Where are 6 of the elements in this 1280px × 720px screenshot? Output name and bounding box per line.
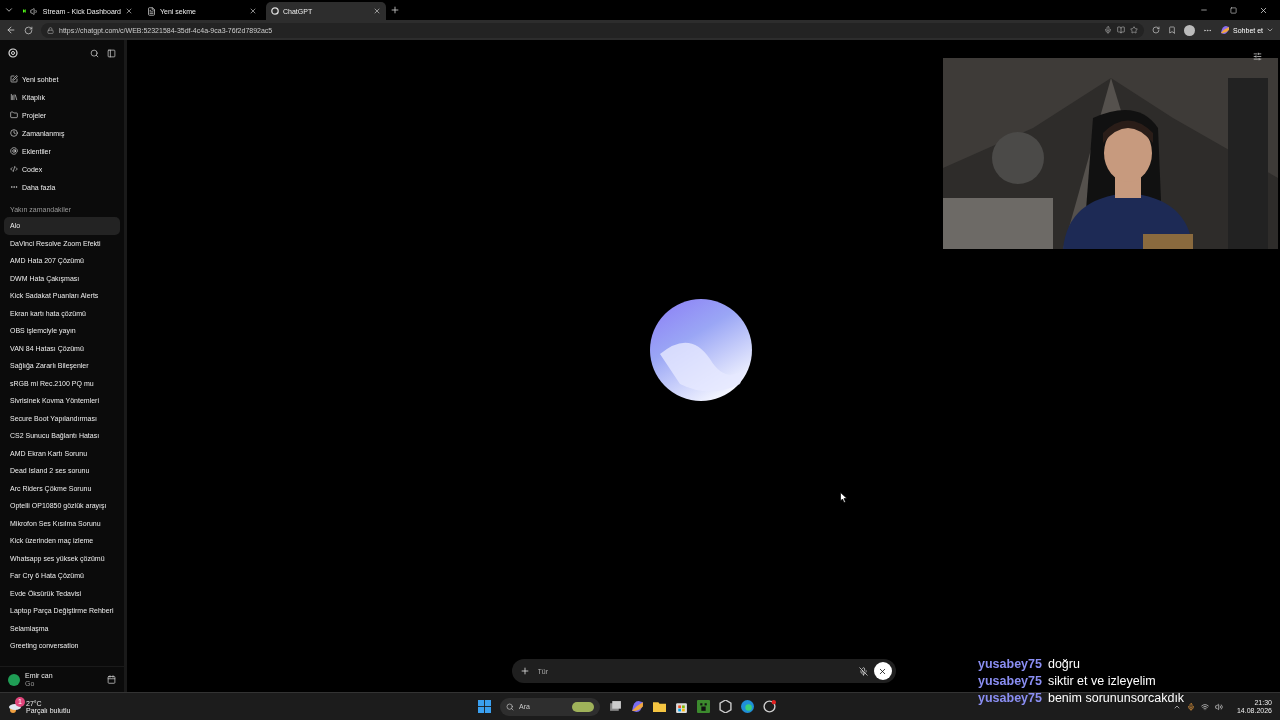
chat-message: doğru: [1047, 657, 1080, 671]
chat-message: siktir et ve izleyelim: [1047, 674, 1156, 688]
chat-username: yusabey75: [978, 691, 1042, 705]
chat-message: benim sorununsorcakdık: [1047, 691, 1185, 705]
chat-username: yusabey75: [978, 674, 1042, 688]
chat-username: yusabey75: [978, 657, 1042, 671]
